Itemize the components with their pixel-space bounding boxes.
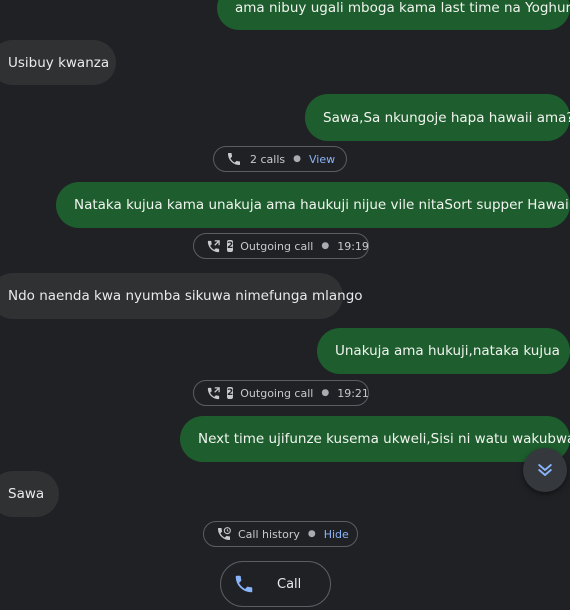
message-outgoing[interactable]: Nataka kujua kama unakuja ama haukuji ni… [56, 182, 570, 228]
call-history-icon [216, 526, 232, 542]
message-incoming[interactable]: Sawa [0, 471, 59, 517]
outgoing-call-chip[interactable]: 2 Outgoing call ● 19:19 [193, 233, 369, 259]
message-text: Next time ujifunze kusema ukweli,Sisi ni… [198, 431, 570, 447]
phone-icon [226, 151, 242, 167]
outgoing-call-icon [206, 386, 221, 401]
separator-dot: ● [307, 529, 316, 539]
phone-icon [233, 573, 255, 595]
message-outgoing[interactable]: Next time ujifunze kusema ukweli,Sisi ni… [180, 416, 570, 462]
message-outgoing[interactable]: ama nibuy ugali mboga kama last time na … [217, 0, 570, 30]
call-label: Outgoing call [240, 239, 314, 253]
message-incoming[interactable]: Usibuy kwanza [0, 40, 116, 85]
calls-count: 2 calls [250, 152, 286, 166]
message-text: Nataka kujua kama unakuja ama haukuji ni… [74, 197, 570, 213]
message-outgoing[interactable]: Unakuja ama hukuji,nataka kujua [317, 328, 570, 374]
separator-dot: ● [293, 154, 301, 164]
message-text: Sawa [8, 486, 45, 502]
call-label: Outgoing call [240, 386, 314, 400]
message-text: Ndo naenda kwa nyumba sikuwa nimefunga m… [8, 288, 363, 304]
message-text: Usibuy kwanza [8, 54, 110, 71]
call-history-label: Call history [238, 527, 300, 541]
message-text: Unakuja ama hukuji,nataka kujua [335, 343, 560, 359]
view-calls-link[interactable]: View [309, 153, 335, 166]
sim-2-icon: 2 [227, 387, 234, 399]
double-chevron-down-icon [535, 460, 555, 480]
hide-history-link[interactable]: Hide [324, 528, 349, 541]
separator-dot: ● [321, 241, 330, 251]
message-incoming[interactable]: Ndo naenda kwa nyumba sikuwa nimefunga m… [0, 273, 363, 319]
message-outgoing[interactable]: Sawa,Sa nkungoje hapa hawaii ama? [305, 94, 570, 141]
outgoing-call-chip[interactable]: 2 Outgoing call ● 19:21 [193, 380, 369, 406]
sim-2-icon: 2 [227, 240, 234, 252]
calls-summary-chip[interactable]: 2 calls ● View [213, 146, 347, 172]
call-time: 19:21 [337, 386, 369, 400]
call-button[interactable]: Call [220, 561, 331, 607]
separator-dot: ● [321, 388, 330, 398]
scroll-to-bottom-button[interactable] [523, 448, 567, 492]
message-text: Sawa,Sa nkungoje hapa hawaii ama? [323, 109, 570, 126]
outgoing-call-icon [206, 239, 221, 254]
call-history-chip[interactable]: Call history ● Hide [203, 521, 358, 547]
message-text: ama nibuy ugali mboga kama last time na … [235, 0, 570, 16]
call-button-label: Call [277, 576, 302, 592]
call-time: 19:19 [337, 239, 369, 253]
